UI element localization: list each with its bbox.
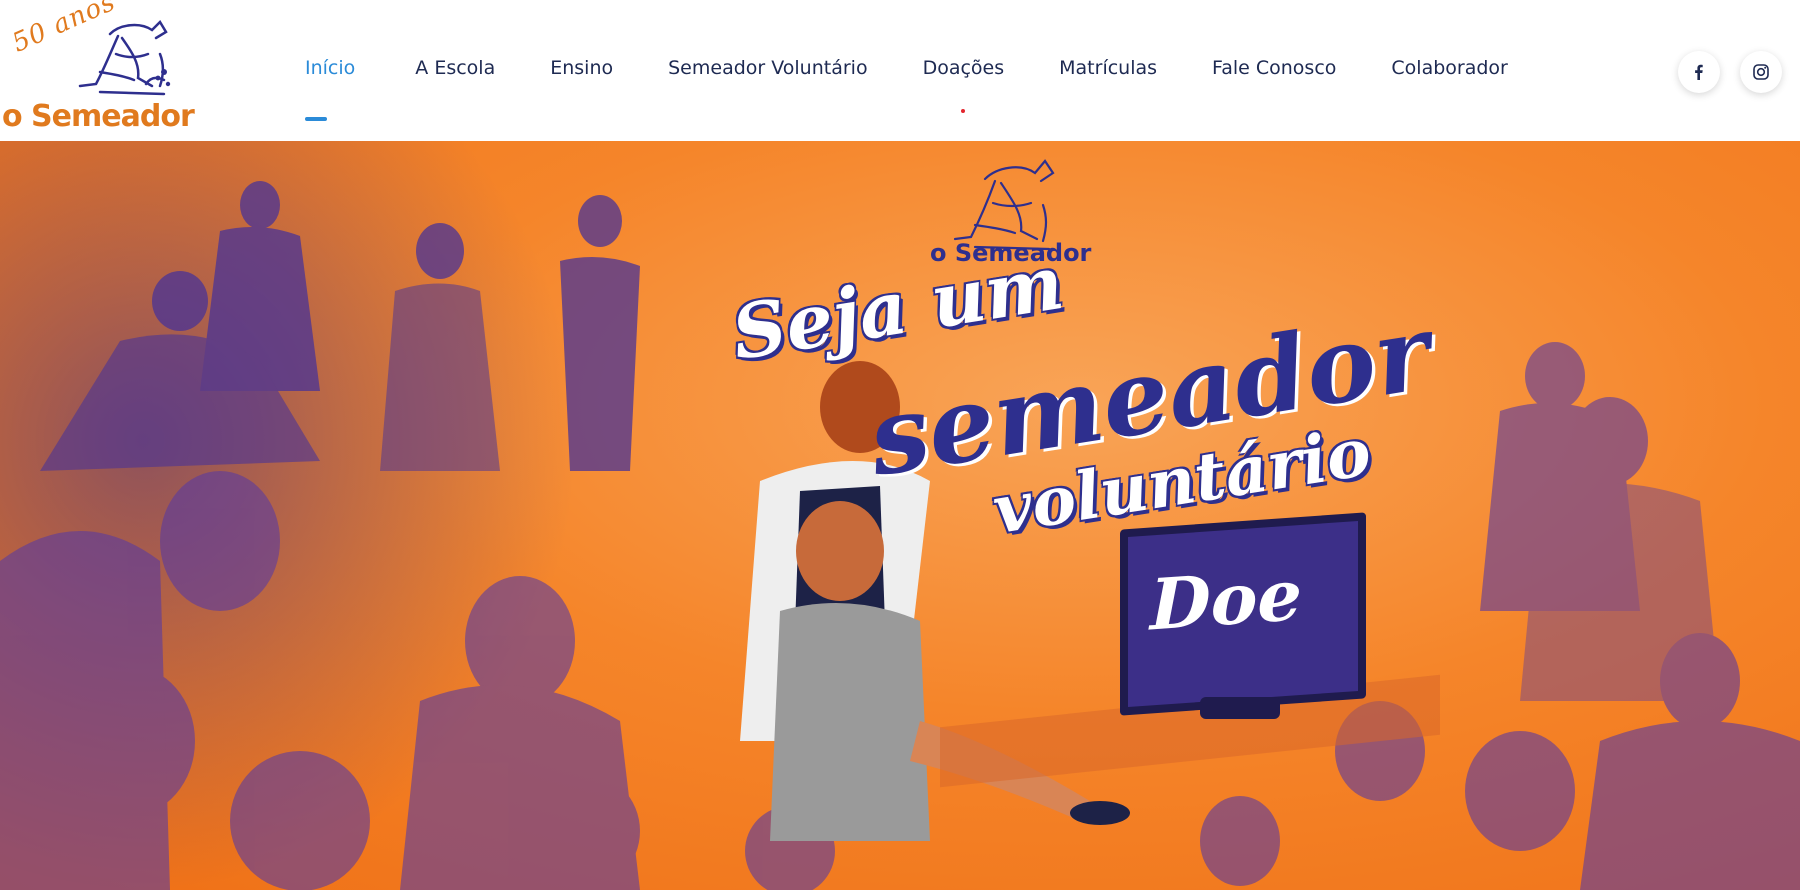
nav-item-a-escola[interactable]: A Escola [415,57,495,87]
active-indicator [305,117,327,121]
nav-notification-dot [961,109,966,113]
nav-item-label: Fale Conosco [1212,57,1337,79]
hero-photo-collage [0,141,1800,890]
nav-item-label: Início [305,57,356,79]
nav-item-ensino[interactable]: Ensino [550,57,613,87]
nav-item-semeador-voluntario[interactable]: Semeador Voluntário [668,57,867,87]
facebook-button[interactable] [1678,51,1720,93]
main-nav: Início A Escola Ensino Semeador Voluntár… [305,57,1508,121]
nav-item-label: Semeador Voluntário [668,57,868,79]
monitor-screen: Doe [1120,512,1366,716]
nav-item-label: A Escola [415,57,496,79]
nav-item-inicio[interactable]: Início [305,57,356,121]
facebook-icon [1695,64,1703,80]
nav-item-label: Colaborador [1391,57,1508,79]
nav-item-doacoes[interactable]: Doações [922,57,1005,113]
nav-item-colaborador[interactable]: Colaborador [1391,57,1507,87]
site-header: 50 anos o Semeador Início A Escola Ensin… [0,0,1800,141]
nav-item-label: Matrículas [1059,57,1158,79]
doe-cta-text: Doe [1150,552,1302,647]
logo-wordmark: o Semeador [2,99,195,134]
instagram-icon [1753,64,1769,80]
nav-item-label: Doações [922,57,1005,79]
site-logo[interactable]: 50 anos o Semeador [0,0,206,140]
instagram-button[interactable] [1740,51,1782,93]
nav-item-matriculas[interactable]: Matrículas [1059,57,1157,87]
hero-banner[interactable]: o Semeador Seja um semeador voluntário D… [0,141,1800,890]
nav-item-label: Ensino [550,57,614,79]
monitor-stand [1200,697,1280,719]
nav-item-fale-conosco[interactable]: Fale Conosco [1212,57,1336,87]
